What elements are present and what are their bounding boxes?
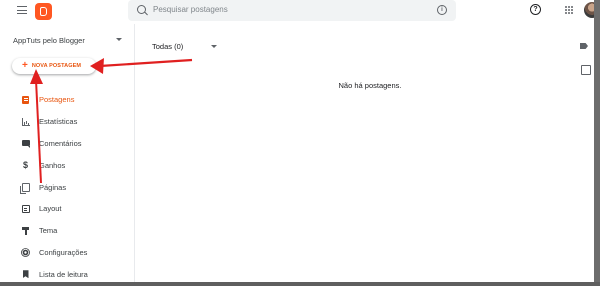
help-icon[interactable]: ? xyxy=(530,4,541,15)
pages-icon xyxy=(19,182,30,194)
search-icon xyxy=(137,5,146,14)
sidebar-item-earnings[interactable]: $ Ganhos xyxy=(0,154,134,176)
posts-filter-dropdown[interactable]: Todas (0) xyxy=(152,42,183,51)
sidebar-item-label: Lista de leitura xyxy=(39,269,88,279)
top-bar: Pesquisar postagens i ? xyxy=(0,0,600,24)
bookmark-icon xyxy=(21,270,30,279)
stats-icon xyxy=(21,117,30,126)
screenshot-border-right xyxy=(594,0,600,286)
sidebar-item-label: Layout xyxy=(39,204,62,214)
empty-state-message: Não há postagens. xyxy=(338,81,402,90)
blog-selector[interactable]: AppTuts pelo Blogger xyxy=(13,36,85,45)
dollar-icon: $ xyxy=(22,159,28,170)
search-bar[interactable]: Pesquisar postagens i xyxy=(128,0,456,21)
sidebar-item-layout[interactable]: Layout xyxy=(0,198,134,220)
sidebar-item-label: Ganhos xyxy=(39,160,66,170)
sidebar-item-comments[interactable]: Comentários xyxy=(0,133,134,155)
label-icon[interactable] xyxy=(580,43,588,49)
blogger-logo[interactable] xyxy=(35,3,52,20)
menu-icon[interactable] xyxy=(17,6,27,16)
sidebar-item-label: Estatísticas xyxy=(39,117,78,127)
sidebar-item-label: Postagens xyxy=(39,95,75,105)
sidebar-item-stats[interactable]: Estatísticas xyxy=(0,111,134,133)
sidebar-item-posts[interactable]: Postagens xyxy=(0,89,134,111)
plus-icon: + xyxy=(22,60,28,71)
layout-icon xyxy=(21,204,30,213)
sidebar-item-pages[interactable]: Páginas xyxy=(0,176,134,198)
sidebar-item-settings[interactable]: Configurações xyxy=(0,242,134,264)
comments-icon xyxy=(21,139,30,149)
search-input[interactable]: Pesquisar postagens xyxy=(153,5,228,14)
new-post-label: NOVA POSTAGEM xyxy=(31,63,82,69)
chevron-down-icon[interactable] xyxy=(116,38,122,41)
sidebar-item-label: Comentários xyxy=(39,138,82,148)
sidebar-item-label: Páginas xyxy=(39,182,67,192)
info-icon[interactable]: i xyxy=(437,5,447,15)
sidebar: AppTuts pelo Blogger + NOVA POSTAGEM Pos… xyxy=(0,24,135,286)
screenshot-border-bottom xyxy=(0,282,600,286)
theme-icon xyxy=(21,226,30,235)
sidebar-nav: Postagens Estatísticas Comentários $ Gan… xyxy=(0,89,134,285)
sidebar-item-label: Tema xyxy=(39,226,58,236)
sidebar-item-label: Configurações xyxy=(39,247,88,257)
new-post-button[interactable]: + NOVA POSTAGEM xyxy=(12,58,96,74)
gear-icon xyxy=(21,248,30,257)
select-all-checkbox[interactable] xyxy=(581,65,591,75)
apps-icon[interactable] xyxy=(565,6,574,15)
chevron-down-icon[interactable] xyxy=(211,45,217,48)
sidebar-item-theme[interactable]: Tema xyxy=(0,220,134,242)
posts-icon xyxy=(21,95,30,104)
